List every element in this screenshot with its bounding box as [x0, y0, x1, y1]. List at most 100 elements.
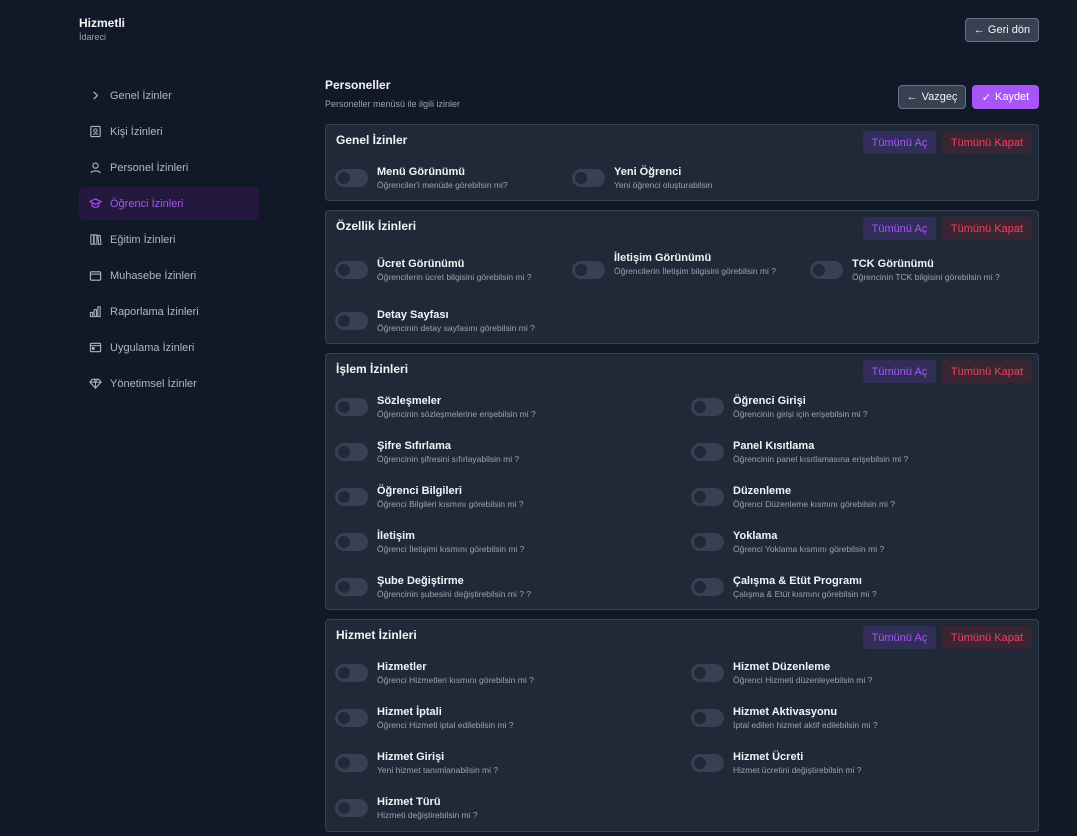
permission-text: Şifre Sıfırlama Öğrencinin şifresini sıf…: [377, 440, 519, 465]
sidebar-item-raporlama[interactable]: Raporlama İzinleri: [79, 295, 259, 328]
permission-desc: Öğrencinin TCK bilgisini görebilsin mi ?: [852, 272, 1000, 282]
permission-desc: Öğrencinin sözleşmelerine erişebilsin mi…: [377, 409, 536, 419]
check-icon: ✓: [981, 91, 991, 104]
section-hizmet-izinleri: Hizmet İzinleri Tümünü Aç Tümünü Kapat H…: [325, 619, 1039, 832]
sidebar-item-genel[interactable]: Genel İzinler: [79, 79, 259, 112]
section-title: Hizmet İzinleri: [336, 628, 417, 642]
user-icon: [89, 161, 102, 174]
permission-desc: Öğrencilerin ücret bilgisini görebilsin …: [377, 272, 532, 282]
sidebar-item-label: Yönetimsel İzinler: [110, 377, 197, 390]
section-actions: Tümünü Aç Tümünü Kapat: [863, 131, 1032, 154]
permission-item: Hizmet Girişi Yeni hizmet tanımlanabilsi…: [335, 751, 498, 776]
open-all-button[interactable]: Tümünü Aç: [863, 217, 936, 240]
sidebar-item-label: Eğitim İzinleri: [110, 233, 176, 246]
sidebar-item-ogrenci[interactable]: Öğrenci İzinleri: [79, 187, 259, 220]
permission-desc: Hizmeti değiştirebilsin mi ?: [377, 810, 478, 820]
permission-text: Sözleşmeler Öğrencinin sözleşmelerine er…: [377, 395, 536, 420]
permission-desc: Öğrenci Hizmetleri kısmını görebilsin mi…: [377, 675, 534, 685]
section-genel-izinler: Genel İzinler Tümünü Aç Tümünü Kapat Men…: [325, 124, 1039, 201]
permission-text: Panel Kısıtlama Öğrencinin panel kısıtla…: [733, 440, 908, 465]
permission-toggle[interactable]: [335, 533, 368, 551]
sidebar-item-label: Uygulama İzinleri: [110, 341, 195, 354]
permission-item: Sözleşmeler Öğrencinin sözleşmelerine er…: [335, 395, 536, 420]
sidebar-item-yonetimsel[interactable]: Yönetimsel İzinler: [79, 367, 259, 400]
permission-toggle[interactable]: [335, 709, 368, 727]
permission-text: Düzenleme Öğrenci Düzenleme kısmını göre…: [733, 485, 895, 510]
cancel-button[interactable]: ← Vazgeç: [898, 85, 966, 109]
permission-label: Panel Kısıtlama: [733, 440, 815, 452]
permission-toggle[interactable]: [335, 754, 368, 772]
permission-label: Ücret Görünümü: [377, 258, 465, 270]
sidebar-item-label: Muhasebe İzinleri: [110, 269, 197, 282]
back-button[interactable]: ← Geri dön: [965, 18, 1039, 42]
permission-label: Hizmet Türü: [377, 796, 441, 808]
close-all-button[interactable]: Tümünü Kapat: [942, 131, 1032, 154]
sidebar-item-label: Genel İzinler: [110, 89, 172, 102]
permission-item: TCK Görünümü Öğrencinin TCK bilgisini gö…: [810, 258, 1000, 283]
permission-desc: Öğrencinin panel kısıtlamasına erişebils…: [733, 454, 909, 464]
sidebar-item-egitim[interactable]: Eğitim İzinleri: [79, 223, 259, 256]
arrow-left-icon: ←: [973, 24, 985, 36]
permission-text: Hizmet Düzenleme Öğrenci Hizmeti düzenle…: [733, 661, 872, 686]
close-all-button[interactable]: Tümünü Kapat: [942, 360, 1032, 383]
permission-item: Çalışma & Etüt Programı Çalışma & Etüt k…: [691, 575, 877, 600]
permission-toggle[interactable]: [335, 169, 368, 187]
brand-subtitle: İdareci: [79, 32, 107, 42]
permission-toggle[interactable]: [691, 533, 724, 551]
permission-toggle[interactable]: [335, 261, 368, 279]
permission-desc: Öğrencinin girişi için erişebilsin mi ?: [733, 409, 868, 419]
permission-toggle[interactable]: [810, 261, 843, 279]
permission-text: Detay Sayfası Öğrencinin detay sayfasını…: [377, 309, 535, 334]
permission-text: İletişim Öğrenci İletişimi kısmını göreb…: [377, 530, 524, 555]
permission-label: Öğrenci Bilgileri: [377, 485, 462, 497]
permission-text: Öğrenci Bilgileri Öğrenci Bilgileri kısm…: [377, 485, 523, 510]
app-window-icon: [89, 341, 102, 354]
permission-toggle[interactable]: [691, 709, 724, 727]
permission-toggle[interactable]: [691, 578, 724, 596]
brand-title: Hizmetli: [79, 16, 126, 30]
permission-item: Hizmet Düzenleme Öğrenci Hizmeti düzenle…: [691, 661, 872, 686]
permission-text: Yeni Öğrenci Yeni öğrenci oluşturabilsin: [614, 166, 712, 191]
save-button[interactable]: ✓ Kaydet: [972, 85, 1039, 109]
permission-toggle[interactable]: [691, 754, 724, 772]
sidebar-item-muhasebe[interactable]: Muhasebe İzinleri: [79, 259, 259, 292]
close-all-button[interactable]: Tümünü Kapat: [942, 626, 1032, 649]
section-ozellik-izinleri: Özellik İzinleri Tümünü Aç Tümünü Kapat …: [325, 210, 1039, 344]
sidebar-item-kisi[interactable]: Kişi İzinleri: [79, 115, 259, 148]
close-all-button[interactable]: Tümünü Kapat: [942, 217, 1032, 240]
permission-toggle[interactable]: [691, 443, 724, 461]
permission-toggle[interactable]: [691, 398, 724, 416]
permission-toggle[interactable]: [335, 664, 368, 682]
permission-toggle[interactable]: [335, 398, 368, 416]
permission-item: İletişim Görünümü Öğrencilerin İletişim …: [572, 252, 802, 279]
permission-label: Şifre Sıfırlama: [377, 440, 451, 452]
permission-desc: Öğrenci Bilgileri kısmını görebilsin mi …: [377, 499, 524, 509]
header-actions: ← Vazgeç ✓ Kaydet: [898, 85, 1039, 109]
permission-toggle[interactable]: [691, 664, 724, 682]
contact-card-icon: [89, 125, 102, 138]
permission-item: Menü Görünümü Öğrenciler'i menüde görebi…: [335, 166, 508, 191]
permission-toggle[interactable]: [335, 578, 368, 596]
sidebar-item-personel[interactable]: Personel İzinleri: [79, 151, 259, 184]
permission-toggle[interactable]: [335, 443, 368, 461]
sidebar-item-label: Raporlama İzinleri: [110, 305, 199, 318]
section-actions: Tümünü Aç Tümünü Kapat: [863, 217, 1032, 240]
permission-toggle[interactable]: [572, 261, 605, 279]
permission-desc: Yeni öğrenci oluşturabilsin: [614, 180, 713, 190]
open-all-button[interactable]: Tümünü Aç: [863, 360, 936, 383]
permission-text: Ücret Görünümü Öğrencilerin ücret bilgis…: [377, 258, 531, 283]
open-all-button[interactable]: Tümünü Aç: [863, 626, 936, 649]
permission-text: Hizmet Ücreti Hizmet ücretini değiştireb…: [733, 751, 862, 776]
permission-toggle[interactable]: [335, 799, 368, 817]
section-actions: Tümünü Aç Tümünü Kapat: [863, 626, 1032, 649]
permission-desc: İptal edilen hizmet aktif edilebilsin mi…: [733, 720, 878, 730]
sidebar-item-uygulama[interactable]: Uygulama İzinleri: [79, 331, 259, 364]
open-all-button[interactable]: Tümünü Aç: [863, 131, 936, 154]
permission-label: Çalışma & Etüt Programı: [733, 575, 862, 587]
save-button-label: Kaydet: [994, 91, 1030, 103]
permission-toggle[interactable]: [335, 312, 368, 330]
permission-toggle[interactable]: [335, 488, 368, 506]
permission-item: Şube Değiştirme Öğrencinin şubesini deği…: [335, 575, 531, 600]
permission-toggle[interactable]: [691, 488, 724, 506]
permission-toggle[interactable]: [572, 169, 605, 187]
